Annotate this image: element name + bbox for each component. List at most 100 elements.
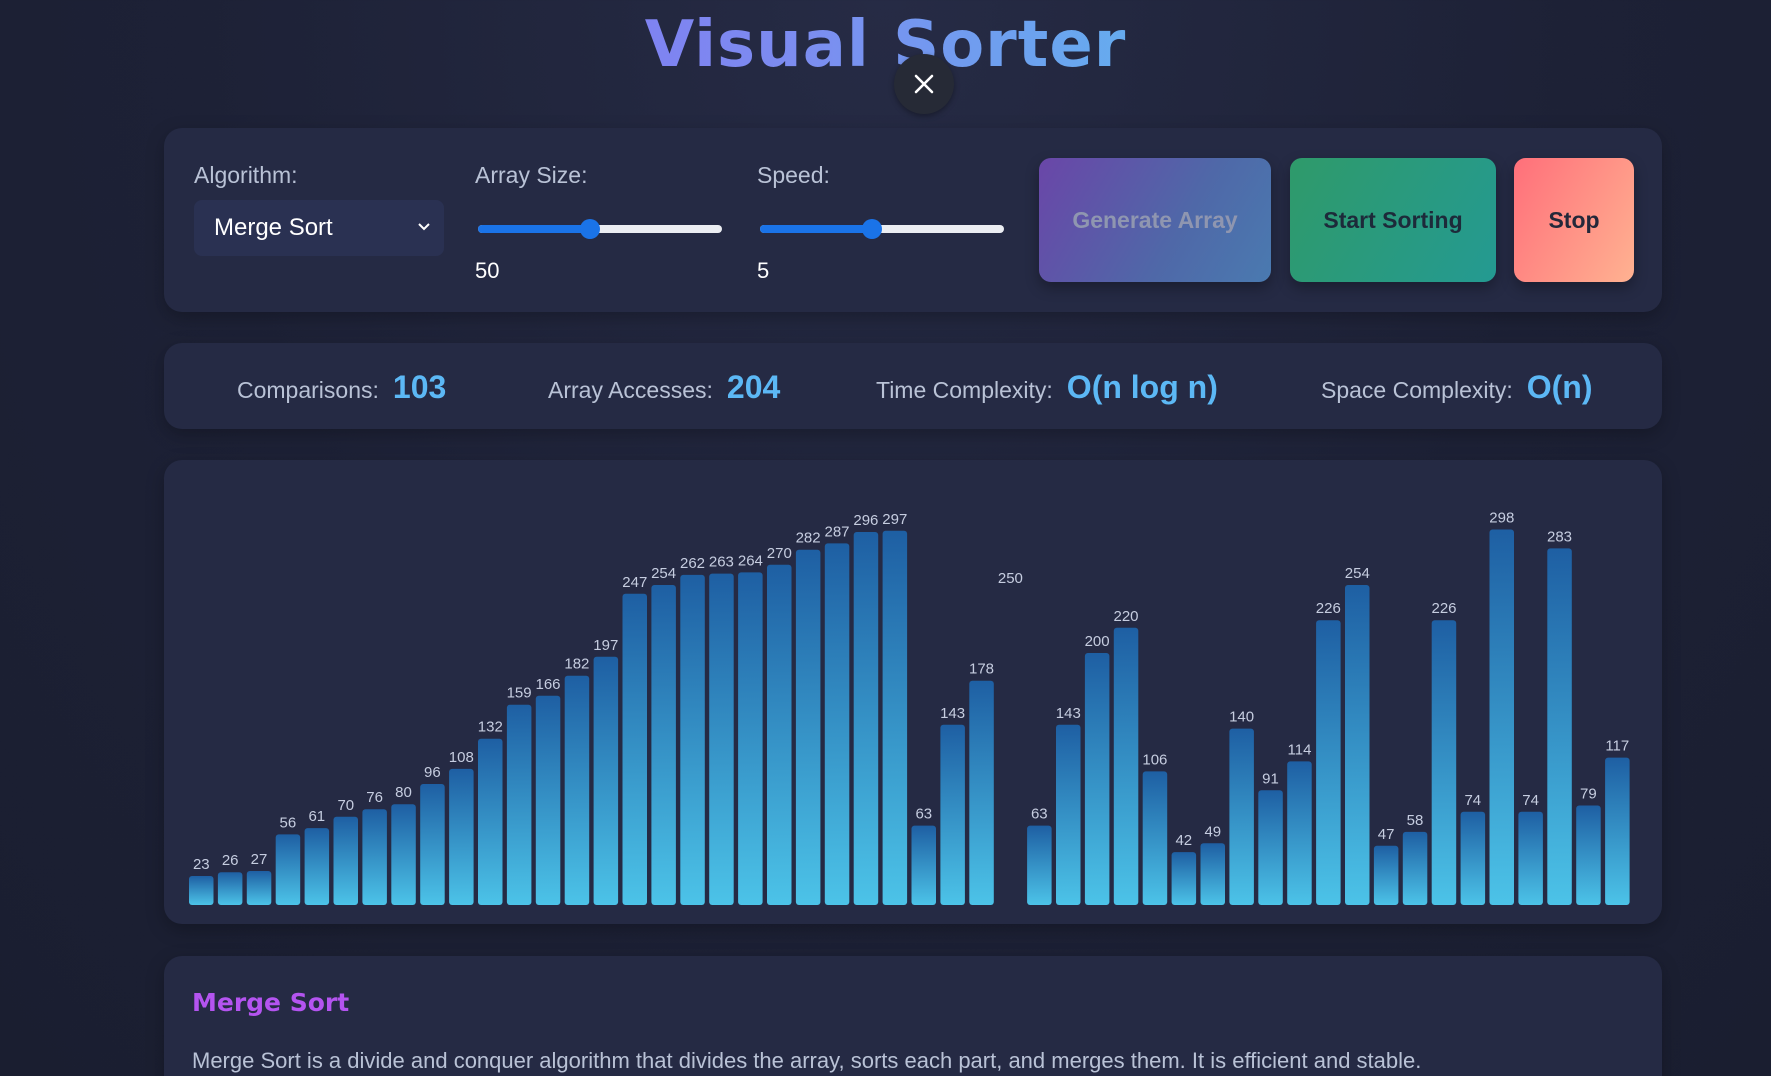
bar-value-label: 106 — [1142, 751, 1167, 768]
bar-value-label: 250 — [998, 570, 1023, 587]
array-accesses-label: Array Accesses: — [548, 377, 713, 403]
bar — [651, 585, 676, 905]
array-size-thumb[interactable] — [580, 219, 601, 239]
bar — [1084, 653, 1110, 905]
close-button[interactable] — [894, 54, 954, 114]
speed-label: Speed: — [757, 162, 830, 188]
chart-panel: 23 26 27 56 61 70 76 80 96 108 132 159 166 182 197 247 2… — [164, 460, 1662, 924]
comparisons-value: 103 — [392, 369, 447, 405]
bar — [767, 564, 792, 905]
bar-value-label: 200 — [1085, 633, 1110, 650]
algorithm-select[interactable]: Merge Sort — [194, 200, 444, 256]
bar — [1287, 761, 1312, 905]
bar-value-label: 23 — [193, 856, 210, 873]
bar-value-label: 140 — [1229, 709, 1254, 726]
bar — [1142, 771, 1168, 905]
time-complexity-value: O(n log n) — [1066, 369, 1218, 405]
bar — [449, 768, 474, 905]
close-icon — [914, 74, 934, 94]
generate-array-button[interactable]: Generate Array — [1039, 158, 1271, 282]
bar — [1373, 845, 1399, 905]
bar — [217, 872, 243, 905]
bar-value-label: 26 — [222, 852, 239, 869]
bar — [1258, 790, 1283, 905]
bar-value-label: 96 — [424, 764, 441, 781]
bar — [1316, 620, 1341, 905]
bar-value-label: 226 — [1431, 600, 1456, 617]
bar — [506, 704, 532, 905]
comparisons-label: Comparisons: — [237, 377, 379, 403]
chevron-down-icon — [418, 223, 430, 231]
bar — [333, 816, 358, 905]
bar-value-label: 263 — [709, 554, 734, 571]
bar-value-label: 79 — [1580, 786, 1597, 803]
bar-value-label: 108 — [449, 749, 474, 766]
bar — [420, 784, 445, 905]
bar-value-label: 143 — [940, 705, 965, 722]
bar — [1402, 831, 1428, 905]
start-sorting-button[interactable]: Start Sorting — [1290, 158, 1496, 282]
algorithm-info-title: Merge Sort — [192, 988, 350, 1017]
bar — [969, 680, 994, 905]
array-size-slider[interactable] — [478, 218, 722, 239]
bar — [911, 825, 936, 905]
bar — [1576, 805, 1601, 905]
bar-value-label: 132 — [478, 719, 503, 736]
bar — [882, 530, 908, 905]
bar-value-label: 117 — [1605, 738, 1629, 755]
bar-value-label: 247 — [622, 574, 647, 591]
array-size-value: 50 — [475, 258, 500, 283]
bar-value-label: 63 — [915, 806, 932, 823]
bar — [738, 572, 763, 905]
speed-value: 5 — [757, 258, 770, 283]
bar — [1027, 825, 1052, 905]
bar-value-label: 56 — [280, 814, 297, 831]
bar — [304, 828, 330, 905]
bar-value-label: 220 — [1113, 608, 1138, 625]
bar-value-label: 61 — [308, 808, 325, 825]
speed-slider[interactable] — [760, 218, 1004, 239]
time-complexity-label: Time Complexity: — [876, 377, 1053, 403]
bar — [1518, 811, 1543, 905]
algorithm-select-value: Merge Sort — [214, 214, 333, 241]
speed-thumb[interactable] — [862, 219, 883, 239]
bar-value-label: 159 — [507, 685, 532, 702]
bar — [564, 675, 590, 905]
stats-panel: Comparisons: 103 Array Accesses: 204 Tim… — [164, 343, 1662, 429]
bar — [1547, 548, 1572, 905]
bar-value-label: 74 — [1464, 792, 1481, 809]
array-size-label: Array Size: — [475, 162, 588, 188]
bar-value-label: 254 — [651, 565, 676, 582]
bar-value-label: 49 — [1204, 823, 1221, 840]
bar-value-label: 298 — [1489, 510, 1514, 527]
bar — [593, 656, 619, 905]
bar-value-label: 264 — [738, 552, 763, 569]
bar-chart: 23 26 2756 6170 76 80961081321591661821972472… — [189, 510, 1630, 905]
array-accesses-value: 204 — [726, 369, 781, 405]
bar-value-label: 197 — [593, 637, 618, 654]
bar — [1460, 811, 1486, 905]
bar-value-label: 63 — [1031, 806, 1048, 823]
speed-fill — [760, 225, 873, 233]
stop-button[interactable]: Stop — [1514, 158, 1634, 282]
bar — [478, 738, 503, 905]
bar — [1345, 585, 1370, 905]
bar — [535, 695, 561, 905]
bar — [940, 724, 965, 905]
bar-value-label: 47 — [1378, 826, 1395, 843]
array-accesses-stat: Array Accesses: 204 — [548, 369, 780, 406]
bar-value-label: 114 — [1288, 741, 1312, 758]
bar-value-label: 254 — [1345, 565, 1370, 582]
space-complexity-value: O(n) — [1526, 369, 1593, 405]
bar — [1229, 728, 1254, 905]
bar — [275, 834, 301, 905]
bar — [189, 876, 214, 905]
bar-value-label: 58 — [1407, 812, 1424, 829]
array-size-fill — [478, 225, 591, 233]
bar — [1200, 843, 1225, 905]
algorithm-info-description: Merge Sort is a divide and conquer algor… — [192, 1048, 1422, 1073]
bar-value-label: 76 — [366, 789, 383, 806]
bar-value-label: 283 — [1547, 528, 1572, 545]
bar — [1171, 852, 1197, 905]
bar — [680, 574, 705, 905]
